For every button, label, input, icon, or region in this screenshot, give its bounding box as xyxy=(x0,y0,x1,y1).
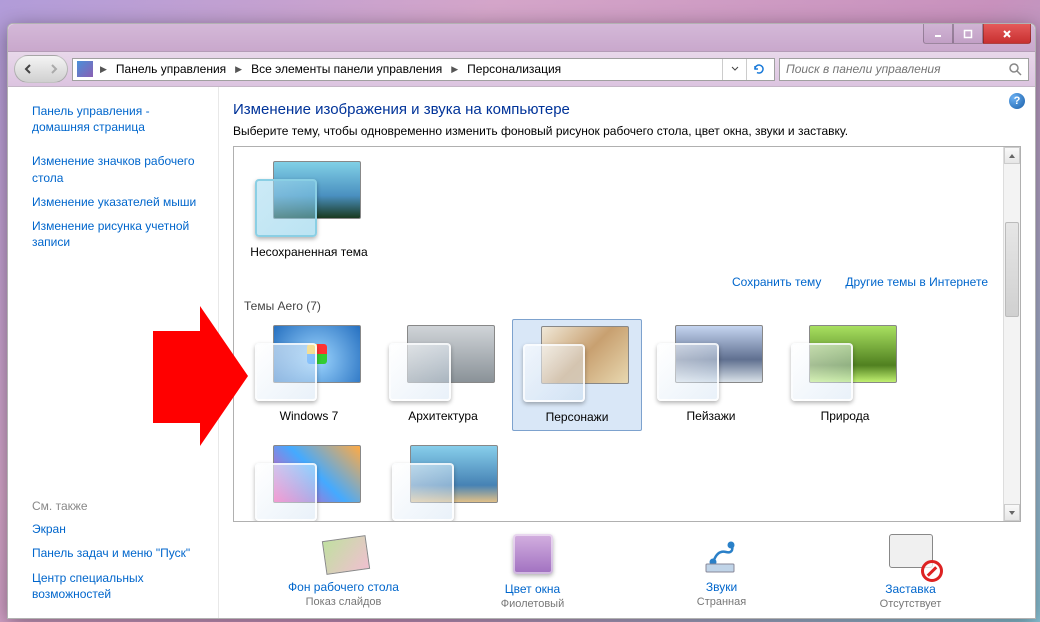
screensaver-icon xyxy=(883,534,939,578)
refresh-button[interactable] xyxy=(746,59,770,80)
search-box[interactable] xyxy=(779,58,1029,81)
theme-label: Пейзажи xyxy=(650,409,772,423)
breadcrumb-sep-icon: ▶ xyxy=(448,64,461,75)
breadcrumb-sep-icon: ▶ xyxy=(232,64,245,75)
navigation-bar: ▶ Панель управления ▶ Все элементы панел… xyxy=(8,52,1035,87)
see-also-link[interactable]: Панель задач и меню "Пуск" xyxy=(16,541,210,565)
theme-glass xyxy=(523,344,585,402)
scroll-down-button[interactable] xyxy=(1004,504,1020,521)
address-dropdown-button[interactable] xyxy=(722,59,746,80)
setting-title[interactable]: Заставка xyxy=(885,582,936,596)
setting-value: Фиолетовый xyxy=(448,598,618,610)
theme-tile[interactable] xyxy=(381,439,511,522)
theme-glass xyxy=(255,179,317,237)
window-buttons xyxy=(923,24,1031,44)
close-button[interactable] xyxy=(983,24,1031,44)
setting-wallpaper[interactable]: Фон рабочего стола Показ слайдов xyxy=(259,532,429,610)
theme-tile[interactable]: Природа xyxy=(780,319,910,429)
theme-glass xyxy=(255,343,317,401)
theme-tile[interactable]: Пейзажи xyxy=(646,319,776,429)
theme-label: Природа xyxy=(784,409,906,423)
breadcrumb[interactable]: Все элементы панели управления xyxy=(249,62,444,76)
page-title: Изменение изображения и звука на компьют… xyxy=(233,101,1021,118)
see-also-link[interactable]: Центр специальных возможностей xyxy=(16,566,210,606)
vertical-scrollbar[interactable] xyxy=(1003,147,1020,521)
breadcrumb[interactable]: Панель управления xyxy=(114,62,228,76)
theme-tile-unsaved[interactable]: Несохраненная тема xyxy=(244,155,374,265)
setting-color[interactable]: Цвет окна Фиолетовый xyxy=(448,532,618,610)
see-also-link[interactable]: Экран xyxy=(16,517,210,541)
search-icon xyxy=(1008,62,1022,76)
setting-title[interactable]: Цвет окна xyxy=(505,582,560,596)
color-icon xyxy=(505,534,561,578)
sidebar-link-pointers[interactable]: Изменение указателей мыши xyxy=(16,190,210,214)
address-bar[interactable]: ▶ Панель управления ▶ Все элементы панел… xyxy=(72,58,775,81)
maximize-button[interactable] xyxy=(953,24,983,44)
more-themes-link[interactable]: Другие темы в Интернете xyxy=(845,275,988,289)
nav-arrows xyxy=(14,55,68,83)
theme-label: Персонажи xyxy=(517,410,637,424)
theme-label: Архитектура xyxy=(382,409,504,423)
personalization-window: ▶ Панель управления ▶ Все элементы панел… xyxy=(7,23,1036,619)
sidebar-link-home[interactable]: Панель управления - домашняя страница xyxy=(16,99,210,139)
settings-row: Фон рабочего стола Показ слайдов Цвет ок… xyxy=(233,522,1021,610)
forward-button[interactable] xyxy=(41,56,67,82)
setting-title[interactable]: Фон рабочего стола xyxy=(288,580,399,594)
theme-glass xyxy=(389,343,451,401)
help-icon[interactable]: ? xyxy=(1009,93,1025,109)
save-theme-link[interactable]: Сохранить тему xyxy=(732,275,821,289)
main-panel: ? Изменение изображения и звука на компь… xyxy=(218,87,1035,618)
sound-icon xyxy=(694,532,750,576)
theme-label: Windows 7 xyxy=(248,409,370,423)
breadcrumb-sep-icon: ▶ xyxy=(97,64,110,75)
control-panel-icon xyxy=(77,61,93,77)
theme-glass xyxy=(791,343,853,401)
setting-value: Отсутствует xyxy=(826,598,996,610)
sidebar-link-desktop-icons[interactable]: Изменение значков рабочего стола xyxy=(16,149,210,189)
back-button[interactable] xyxy=(15,56,41,82)
theme-scroll-area: Несохраненная тема Сохранить тему Другие… xyxy=(233,146,1021,522)
breadcrumb[interactable]: Персонализация xyxy=(465,62,563,76)
scroll-thumb[interactable] xyxy=(1005,222,1019,317)
sidebar-link-account-pic[interactable]: Изменение рисунка учетной записи xyxy=(16,214,210,254)
sidebar: Панель управления - домашняя страница Из… xyxy=(8,87,218,618)
minimize-button[interactable] xyxy=(923,24,953,44)
theme-tile[interactable]: Персонажи xyxy=(512,319,642,431)
setting-screensaver[interactable]: Заставка Отсутствует xyxy=(826,532,996,610)
page-subtitle: Выберите тему, чтобы одновременно измени… xyxy=(233,124,1021,138)
theme-tile[interactable] xyxy=(244,439,374,522)
setting-value: Странная xyxy=(637,596,807,608)
aero-section-heading: Темы Aero (7) xyxy=(242,295,1012,317)
search-input[interactable] xyxy=(786,62,1008,76)
aero-themes-row: Windows 7 Архитектура Персонажи Пейзажи Прир… xyxy=(242,317,1012,433)
theme-tile[interactable]: Windows 7 xyxy=(244,319,374,429)
titlebar[interactable] xyxy=(8,24,1035,52)
theme-label: Несохраненная тема xyxy=(248,245,370,259)
wallpaper-icon xyxy=(316,532,372,576)
scroll-up-button[interactable] xyxy=(1004,147,1020,164)
setting-title[interactable]: Звуки xyxy=(706,580,737,594)
theme-tile[interactable]: Архитектура xyxy=(378,319,508,429)
see-also-heading: См. также xyxy=(16,495,210,517)
setting-sounds[interactable]: Звуки Странная xyxy=(637,532,807,610)
setting-value: Показ слайдов xyxy=(259,596,429,608)
theme-glass xyxy=(657,343,719,401)
